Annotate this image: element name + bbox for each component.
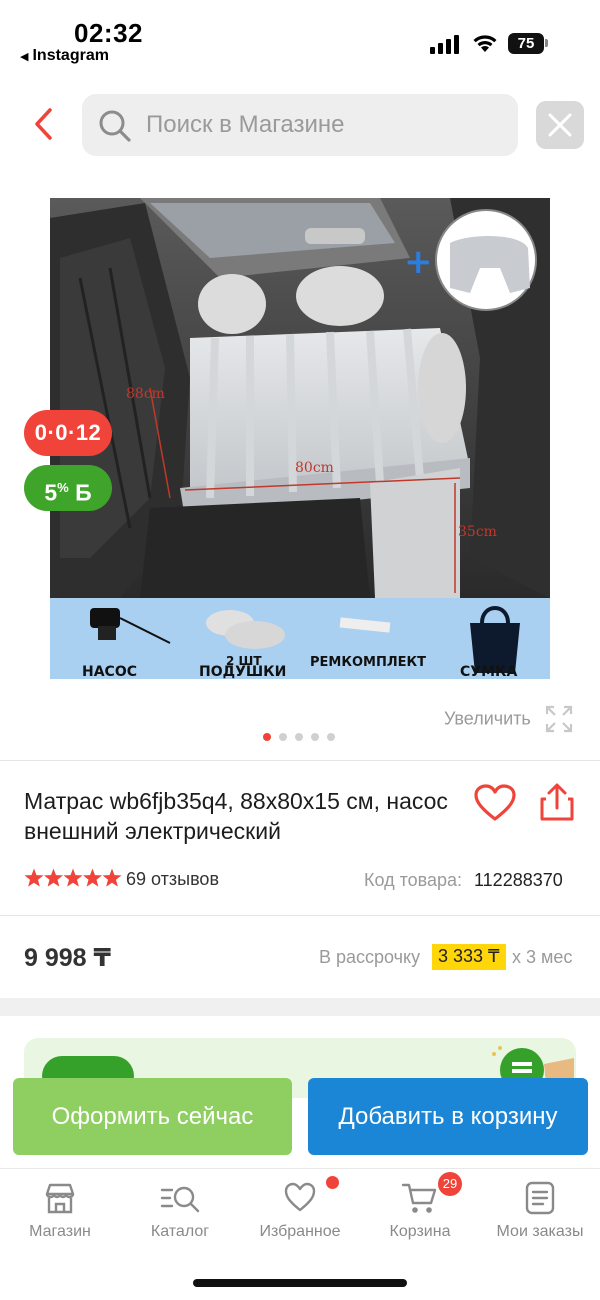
gallery-dot[interactable] xyxy=(311,733,319,741)
orders-icon xyxy=(525,1181,555,1215)
installment-label: В рассрочку xyxy=(319,947,421,967)
clock: 02:32 xyxy=(74,18,143,48)
search-icon xyxy=(99,110,131,142)
catalog-search-icon xyxy=(160,1186,200,1213)
rating-stars xyxy=(24,868,122,887)
zoom-label: Увеличить xyxy=(444,708,531,729)
signal-icon xyxy=(430,34,462,54)
tab-label: Избранное xyxy=(259,1223,341,1240)
accessory-repair-label: РЕМКОМПЛЕКТ xyxy=(310,655,426,670)
share-icon[interactable] xyxy=(538,782,576,822)
star-icon xyxy=(82,868,103,887)
product-title: Матрас wb6fjb35q4, 88x80x15 см, насос вн… xyxy=(24,788,448,844)
sku-label: Код товара: xyxy=(364,870,463,890)
battery-tip xyxy=(545,39,548,47)
tab-favorites[interactable]: Избранное xyxy=(240,1181,360,1241)
search-bar[interactable] xyxy=(82,94,518,156)
gallery-dot[interactable] xyxy=(327,733,335,741)
price: 9 998 ₸ xyxy=(24,944,111,972)
zoom-button[interactable]: Увеличить xyxy=(444,704,574,736)
product-image[interactable]: 88cm 80cm 35cm + НАСОС 2 ШТ ПОДУШКИ РЕМК… xyxy=(50,198,550,679)
search-input[interactable] xyxy=(146,104,496,146)
dimension-depth-label: 35cm xyxy=(458,524,497,540)
gallery-dot[interactable] xyxy=(295,733,303,741)
accessory-pillows-label: ПОДУШКИ xyxy=(199,664,286,679)
star-icon xyxy=(24,868,44,887)
star-icon xyxy=(102,868,122,887)
tab-label: Каталог xyxy=(150,1223,210,1240)
dimension-width-label: 80cm xyxy=(295,460,334,476)
tab-label: Магазин xyxy=(29,1223,91,1240)
tab-label: Мои заказы xyxy=(496,1223,584,1240)
reviews-link[interactable]: 69 отзывов xyxy=(126,869,219,890)
installment-period: х 3 мес xyxy=(512,947,573,967)
gallery-dot[interactable] xyxy=(263,733,271,741)
tab-cart[interactable]: Корзина xyxy=(360,1181,480,1241)
back-app-label: Instagram xyxy=(32,47,109,64)
cart-count-badge: 29 xyxy=(438,1172,462,1196)
svg-text:+: + xyxy=(404,242,433,282)
dimension-height-label: 88cm xyxy=(126,386,165,402)
bonus-percent: 5 xyxy=(44,479,58,506)
star-icon xyxy=(43,868,64,887)
divider xyxy=(0,760,600,761)
accessory-bag-label: СУМКА xyxy=(460,664,517,679)
tab-label: Корзина xyxy=(389,1223,451,1240)
checkout-button[interactable]: Оформить сейчас xyxy=(13,1078,292,1155)
divider xyxy=(0,915,600,916)
close-icon[interactable] xyxy=(536,101,584,149)
battery-icon: 75 xyxy=(508,33,544,54)
installment-amount: 3 333 ₸ xyxy=(432,944,506,970)
sku-value: 112288370 xyxy=(474,870,563,890)
section-separator xyxy=(0,998,600,1016)
star-icon xyxy=(63,868,83,887)
installment-badge: 0·0·12 xyxy=(24,410,112,456)
expand-icon xyxy=(545,705,572,733)
product-photo: 88cm 80cm 35cm + НАСОС 2 ШТ ПОДУШКИ РЕМК… xyxy=(50,198,550,679)
gallery-pagination[interactable] xyxy=(263,728,343,741)
bonus-currency: Б xyxy=(75,479,92,506)
tab-orders[interactable]: Мои заказы xyxy=(480,1181,600,1241)
home-indicator[interactable] xyxy=(193,1279,407,1287)
accessory-pump-label: НАСОС xyxy=(82,664,137,679)
bonus-badge: 5% Б xyxy=(24,465,112,511)
favorite-heart-icon[interactable] xyxy=(474,784,516,822)
wifi-icon xyxy=(473,35,497,52)
bonus-percent-sign: % xyxy=(57,480,69,495)
back-arrow-icon[interactable] xyxy=(28,106,62,142)
store-icon xyxy=(45,1183,75,1214)
gallery-dot[interactable] xyxy=(279,733,287,741)
back-to-app-link[interactable]: ◀ Instagram xyxy=(20,47,109,65)
back-triangle-icon: ◀ xyxy=(20,51,29,63)
favorites-notification-dot xyxy=(326,1176,339,1189)
status-bar: 02:32 ◀ Instagram 75 xyxy=(0,0,600,75)
heart-icon xyxy=(284,1182,316,1212)
tab-catalog[interactable]: Каталог xyxy=(120,1181,240,1241)
cart-icon xyxy=(401,1183,437,1213)
add-to-cart-button[interactable]: Добавить в корзину xyxy=(308,1078,588,1155)
tab-store[interactable]: Магазин xyxy=(0,1181,120,1241)
